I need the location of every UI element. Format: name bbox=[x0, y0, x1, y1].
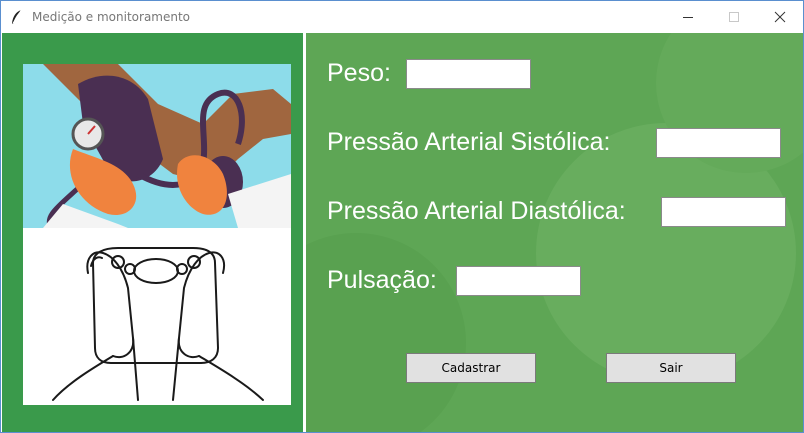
cadastrar-button[interactable]: Cadastrar bbox=[406, 353, 536, 383]
background-shape bbox=[306, 233, 466, 432]
feather-icon bbox=[12, 9, 22, 24]
peso-input[interactable] bbox=[406, 59, 531, 89]
scale-feet-illustration bbox=[23, 228, 291, 405]
form-panel: Peso: Pressão Arterial Sistólica: Pressã… bbox=[306, 33, 803, 432]
pulsacao-label: Pulsação: bbox=[327, 266, 437, 294]
app-window: Medição e monitoramento Peso: Pressão Ar… bbox=[0, 0, 804, 433]
minimize-icon bbox=[683, 17, 693, 18]
close-button[interactable] bbox=[757, 1, 803, 33]
blood-pressure-illustration bbox=[23, 64, 291, 228]
maximize-icon bbox=[729, 12, 739, 22]
sistolica-label: Pressão Arterial Sistólica: bbox=[327, 128, 611, 156]
minimize-button[interactable] bbox=[665, 1, 711, 33]
window-title: Medição e monitoramento bbox=[32, 10, 191, 24]
maximize-button[interactable] bbox=[711, 1, 757, 33]
close-icon bbox=[774, 11, 786, 23]
title-bar[interactable]: Medição e monitoramento bbox=[1, 1, 803, 33]
peso-label: Peso: bbox=[327, 59, 391, 87]
diastolica-input[interactable] bbox=[661, 197, 786, 227]
sistolica-input[interactable] bbox=[656, 128, 781, 158]
diastolica-label: Pressão Arterial Diastólica: bbox=[327, 197, 626, 225]
left-panel bbox=[2, 33, 303, 432]
illustration-card bbox=[23, 64, 291, 405]
sair-button[interactable]: Sair bbox=[606, 353, 736, 383]
pulsacao-input[interactable] bbox=[456, 266, 581, 296]
